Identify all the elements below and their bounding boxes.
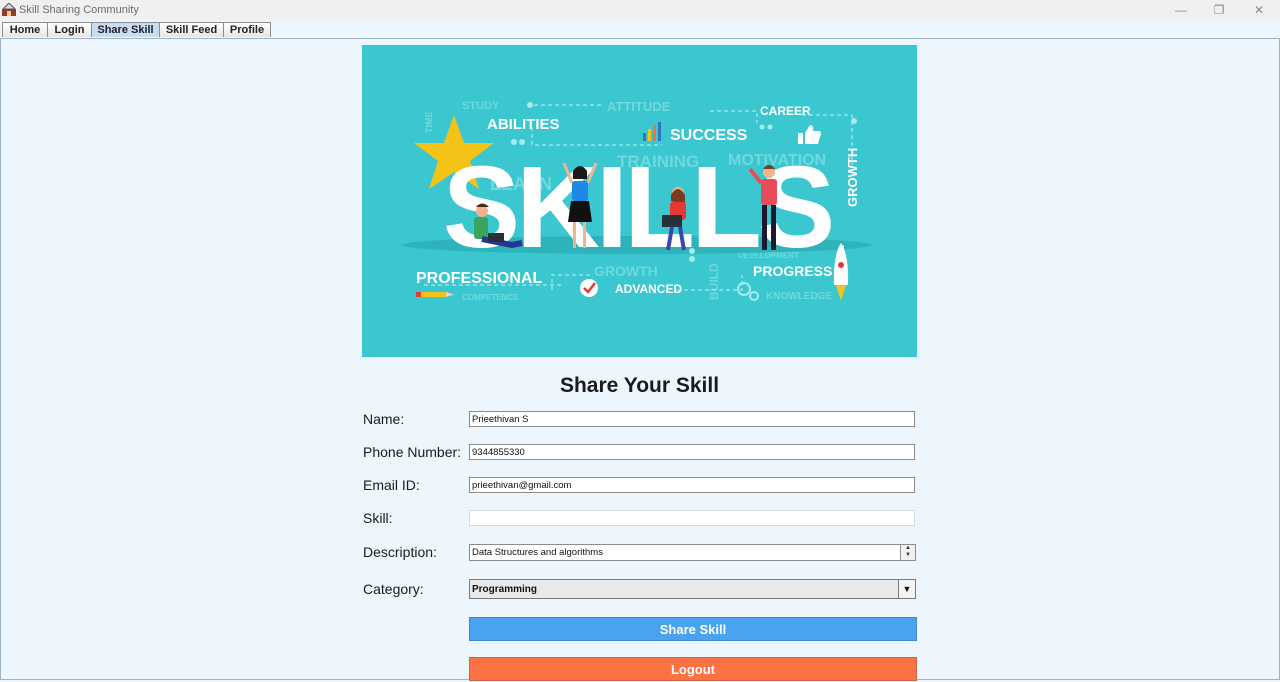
description-value: Data Structures and algorithms xyxy=(472,547,603,558)
bar-chart-icon xyxy=(643,122,661,141)
category-select[interactable]: Programming ▼ xyxy=(469,579,916,599)
close-button[interactable]: ✕ xyxy=(1240,0,1278,20)
name-label: Name: xyxy=(363,411,405,427)
tab-login[interactable]: Login xyxy=(47,22,92,37)
category-value: Programming xyxy=(472,584,538,595)
word-competence: COMPETENCE xyxy=(462,293,519,302)
title-bar: Skill Sharing Community — ❐ ✕ xyxy=(0,0,1280,20)
scroll-up-icon[interactable]: ▲ xyxy=(901,545,915,552)
share-skill-button[interactable]: Share Skill xyxy=(469,617,917,641)
tab-profile[interactable]: Profile xyxy=(223,22,271,37)
word-knowledge: KNOWLEDGE xyxy=(766,291,832,302)
thumbs-up-icon xyxy=(798,125,821,144)
description-textarea[interactable]: Data Structures and algorithms ▲ ▼ xyxy=(469,544,916,561)
description-label: Description: xyxy=(363,544,437,560)
word-progress: PROGRESS xyxy=(753,263,832,279)
skill-input[interactable] xyxy=(469,510,915,526)
form-title: Share Your Skill xyxy=(559,374,720,397)
chevron-down-icon[interactable]: ▼ xyxy=(898,580,915,598)
word-advanced: ADVANCED xyxy=(615,282,682,296)
scroll-down-icon[interactable]: ▼ xyxy=(901,552,915,559)
email-label: Email ID: xyxy=(363,477,420,493)
logout-button[interactable]: Logout xyxy=(469,657,917,681)
skills-banner-image: STUDY ATTITUDE TRAINING MOTIVATION LEARN… xyxy=(362,45,917,357)
word-attitude: ATTITUDE xyxy=(607,99,671,114)
phone-input[interactable] xyxy=(469,444,915,460)
tab-skill-feed[interactable]: Skill Feed xyxy=(159,22,224,37)
tab-bar: Home Login Share Skill Skill Feed Profil… xyxy=(0,20,1280,39)
word-professional: PROFESSIONAL xyxy=(416,270,542,287)
tab-share-skill[interactable]: Share Skill xyxy=(91,22,160,37)
app-icon xyxy=(2,3,16,16)
word-study: STUDY xyxy=(462,100,500,112)
word-career: CAREER xyxy=(760,104,811,118)
word-growth-vertical: GROWTH xyxy=(845,148,860,207)
word-abilities: ABILITIES xyxy=(487,116,560,133)
pencil-icon xyxy=(416,292,454,297)
category-label: Category: xyxy=(363,581,424,597)
rocket-icon xyxy=(833,243,849,301)
word-success: SUCCESS xyxy=(670,127,748,144)
phone-label: Phone Number: xyxy=(363,444,462,460)
skill-label: Skill: xyxy=(363,510,393,526)
tab-home[interactable]: Home xyxy=(2,22,48,37)
window-title: Skill Sharing Community xyxy=(19,4,139,16)
minimize-button[interactable]: — xyxy=(1162,0,1200,20)
name-input[interactable] xyxy=(469,411,915,427)
gear-icon xyxy=(737,282,759,301)
restore-button[interactable]: ❐ xyxy=(1200,0,1238,20)
checkmark-icon xyxy=(580,279,598,297)
description-scrollbar[interactable]: ▲ ▼ xyxy=(900,545,915,560)
email-input[interactable] xyxy=(469,477,915,493)
word-time: TIME xyxy=(424,112,434,134)
